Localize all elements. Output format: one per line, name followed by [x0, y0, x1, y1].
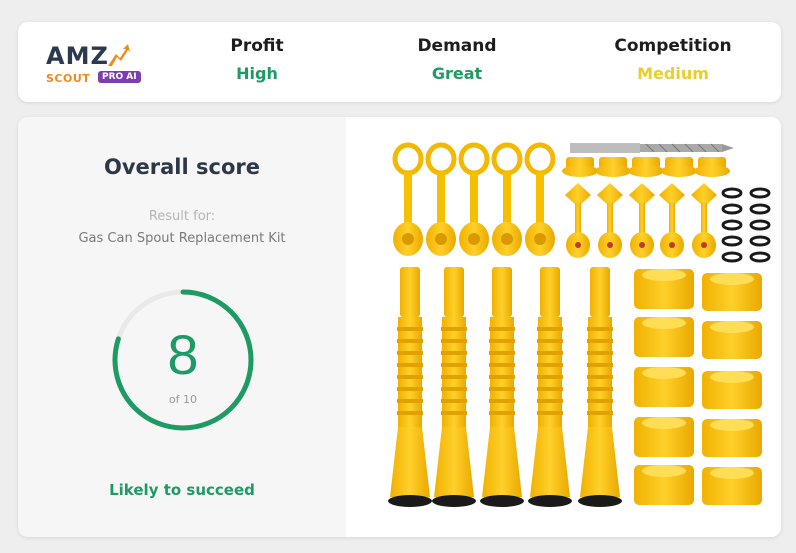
result-for-label: Result for: [148, 209, 216, 224]
metric-label: Demand [417, 36, 497, 56]
metric-value: Medium [637, 64, 709, 83]
logo-arrow-icon [108, 44, 130, 66]
logo-sub: SCOUT [46, 72, 91, 85]
drill-bit [570, 143, 734, 153]
score-value: 8 [167, 323, 199, 386]
logo-brand: AMZ [46, 42, 109, 70]
metric-profit: Profit High [182, 36, 332, 83]
score-verdict: Likely to succeed [109, 481, 255, 499]
logo-badge: PRO AI [98, 71, 141, 83]
metric-competition: Competition Medium [598, 36, 748, 83]
metric-value: High [236, 64, 278, 83]
score-max: of 10 [168, 393, 198, 406]
summary-header: AMZ SCOUT PRO AI Profit High Demand Grea… [18, 22, 781, 102]
product-name: Gas Can Spout Replacement Kit [78, 231, 286, 246]
metric-value: Great [431, 64, 483, 83]
score-card: Overall score Result for: Gas Can Spout … [18, 117, 781, 537]
score-title: Overall score [104, 155, 260, 179]
vent-caps [562, 157, 730, 177]
metric-label: Competition [614, 36, 732, 56]
product-image [364, 117, 781, 537]
amzscout-logo: AMZ SCOUT PRO AI [46, 42, 156, 87]
score-panel: Overall score Result for: Gas Can Spout … [18, 117, 346, 537]
metric-label: Profit [230, 36, 284, 56]
metric-demand: Demand Great [382, 36, 532, 83]
